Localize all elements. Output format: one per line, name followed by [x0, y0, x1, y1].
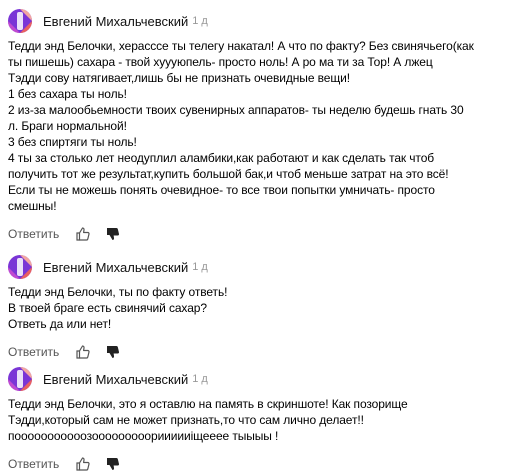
thumbs-down-icon[interactable]: [105, 456, 121, 472]
comment-age: 1 д: [192, 15, 208, 27]
comment-header: Евгений Михальчевский 1 д: [8, 254, 504, 280]
comment-header: Евгений Михальчевский 1 д: [8, 366, 504, 392]
comment: Евгений Михальчевский 1 д Тедди энд Бело…: [8, 8, 504, 244]
comment-age: 1 д: [192, 373, 208, 385]
comment-actions: Ответить: [8, 342, 504, 362]
reply-button[interactable]: Ответить: [8, 227, 59, 241]
comment-actions: Ответить: [8, 454, 504, 474]
comment: Евгений Михальчевский 1 д Тедди энд Бело…: [8, 366, 504, 474]
avatar[interactable]: [8, 9, 32, 33]
comment-header: Евгений Михальчевский 1 д: [8, 8, 504, 34]
thumbs-up-icon[interactable]: [75, 344, 91, 360]
avatar[interactable]: [8, 255, 32, 279]
thumbs-down-icon[interactable]: [105, 226, 121, 242]
comment-text: Тедди энд Белочки, ты по факту ответь! В…: [8, 285, 228, 331]
comment-text: Тедди энд Белочки, это я оставлю на памя…: [8, 397, 408, 443]
comment-text: Тедди энд Белочки, херасссе ты телегу на…: [8, 39, 474, 213]
avatar[interactable]: [8, 367, 32, 391]
comment-age: 1 д: [192, 261, 208, 273]
thumbs-down-icon[interactable]: [105, 344, 121, 360]
author-name[interactable]: Евгений Михальчевский: [43, 372, 188, 387]
comment-actions: Ответить: [8, 224, 504, 244]
thumbs-up-icon[interactable]: [75, 456, 91, 472]
author-name[interactable]: Евгений Михальчевский: [43, 14, 188, 29]
reply-button[interactable]: Ответить: [8, 345, 59, 359]
comment: Евгений Михальчевский 1 д Тедди энд Бело…: [8, 254, 504, 362]
author-name[interactable]: Евгений Михальчевский: [43, 260, 188, 275]
thumbs-up-icon[interactable]: [75, 226, 91, 242]
reply-button[interactable]: Ответить: [8, 457, 59, 471]
